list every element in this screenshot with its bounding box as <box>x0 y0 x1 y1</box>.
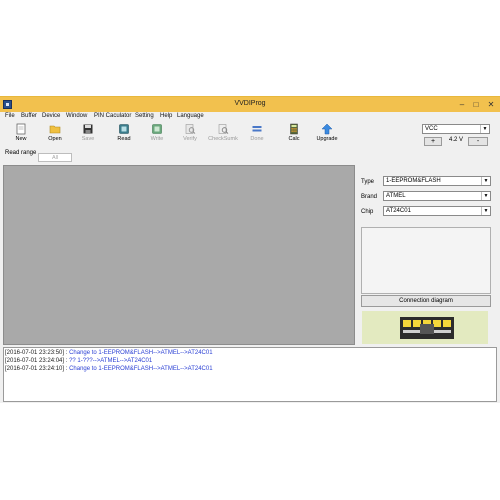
open-label: Open <box>48 136 62 142</box>
log-line: [2016-07-01 23:23:50] : Change to 1-EEPR… <box>5 350 213 356</box>
brand-select-value: ATMEL <box>386 193 406 199</box>
log-message: Change to 1-EEPROM&FLASH-->ATMEL-->AT24C… <box>69 350 213 356</box>
write-chip-icon <box>152 124 162 134</box>
verify-button[interactable]: Verify <box>175 123 205 149</box>
done-icon <box>252 126 262 132</box>
log-timestamp: [2016-07-01 23:24:10] : <box>5 366 70 372</box>
read-button[interactable]: Read <box>109 123 139 149</box>
connection-diagram-image <box>362 311 488 344</box>
log-panel[interactable]: [2016-07-01 23:23:50] : Change to 1-EEPR… <box>3 347 497 402</box>
done-label: Done <box>250 136 264 142</box>
log-timestamp: [2016-07-01 23:23:50] : <box>5 350 70 356</box>
menu-buffer[interactable]: Buffer <box>21 113 37 119</box>
title-bar: VVDIProg – □ ✕ <box>0 97 500 112</box>
voltage-increase-button[interactable]: + <box>424 137 442 146</box>
type-label: Type <box>361 179 375 185</box>
calc-label: Calc <box>288 136 300 142</box>
log-line: [2016-07-01 23:24:04] : ?? 1-???-->ATMEL… <box>5 358 152 364</box>
folder-icon <box>49 125 61 134</box>
read-chip-icon <box>119 124 129 134</box>
type-select[interactable]: 1-EEPROM&FLASH ▼ <box>383 176 491 186</box>
log-timestamp: [2016-07-01 23:24:04] : <box>5 358 70 364</box>
save-button[interactable]: Save <box>73 123 103 149</box>
chip-select[interactable]: AT24C01 ▼ <box>383 206 491 216</box>
checksum-label: CheckSumk <box>208 136 238 142</box>
chevron-down-icon: ▼ <box>480 125 489 133</box>
read-range-input[interactable]: All <box>38 153 72 162</box>
read-range-label: Read range <box>5 150 37 156</box>
log-line: [2016-07-01 23:24:10] : Change to 1-EEPR… <box>5 366 213 372</box>
connection-diagram-button[interactable]: Connection diagram <box>361 295 491 307</box>
chevron-down-icon: ▼ <box>481 207 490 215</box>
menu-file[interactable]: File <box>5 113 15 119</box>
vcc-select-value: VCC <box>425 126 438 132</box>
calculator-icon <box>290 123 298 135</box>
vcc-select[interactable]: VCC ▼ <box>422 124 490 134</box>
type-select-value: 1-EEPROM&FLASH <box>386 178 441 184</box>
new-label: New <box>15 136 27 142</box>
menu-bar: File Buffer Device Window PIN Caculator … <box>0 112 500 122</box>
open-button[interactable]: Open <box>40 123 70 149</box>
chevron-down-icon: ▼ <box>481 192 490 200</box>
minimize-icon[interactable]: – <box>456 99 468 110</box>
log-message: ?? 1-???-->ATMEL-->AT24C01 <box>69 358 153 364</box>
checksum-icon <box>218 124 229 134</box>
chip-selection-panel: Type 1-EEPROM&FLASH ▼ Brand ATMEL ▼ Chip… <box>357 165 498 345</box>
chip-select-value: AT24C01 <box>386 208 411 214</box>
verify-label: Verify <box>183 136 197 142</box>
brand-label: Brand <box>361 194 378 200</box>
menu-language[interactable]: Language <box>177 113 204 119</box>
write-label: Write <box>150 136 164 142</box>
floppy-icon <box>83 124 93 134</box>
log-message: Change to 1-EEPROM&FLASH-->ATMEL-->AT24C… <box>69 366 213 372</box>
upgrade-button[interactable]: Upgrade <box>312 123 342 149</box>
app-window: VVDIProg – □ ✕ File Buffer Device Window… <box>0 96 500 403</box>
voltage-value: 4.2 V <box>448 137 463 143</box>
menu-setting[interactable]: Setting <box>135 113 154 119</box>
write-button[interactable]: Write <box>142 123 172 149</box>
calc-button[interactable]: Calc <box>279 123 309 149</box>
voltage-decrease-button[interactable]: - <box>468 137 488 146</box>
close-icon[interactable]: ✕ <box>484 99 498 110</box>
menu-pin-caculator[interactable]: PIN Caculator <box>94 113 131 119</box>
new-button[interactable]: New <box>6 123 36 149</box>
maximize-icon[interactable]: □ <box>470 99 482 110</box>
chip-label: Chip <box>361 209 374 215</box>
read-label: Read <box>117 136 131 142</box>
chip-info-box <box>361 227 491 294</box>
new-file-icon <box>16 123 26 135</box>
upgrade-label: Upgrade <box>316 136 338 142</box>
buffer-hex-view[interactable] <box>3 165 355 345</box>
up-arrow-icon <box>321 123 333 135</box>
done-button[interactable]: Done <box>242 123 272 149</box>
save-label: Save <box>81 136 95 142</box>
pcb-diagram-icon <box>362 311 488 344</box>
menu-device[interactable]: Device <box>42 113 60 119</box>
menu-help[interactable]: Help <box>160 113 172 119</box>
window-title: VVDIProg <box>234 100 266 107</box>
verify-icon <box>185 124 196 134</box>
checksum-button[interactable]: CheckSumk <box>208 123 238 149</box>
chevron-down-icon: ▼ <box>481 177 490 185</box>
menu-window[interactable]: Window <box>66 113 87 119</box>
brand-select[interactable]: ATMEL ▼ <box>383 191 491 201</box>
